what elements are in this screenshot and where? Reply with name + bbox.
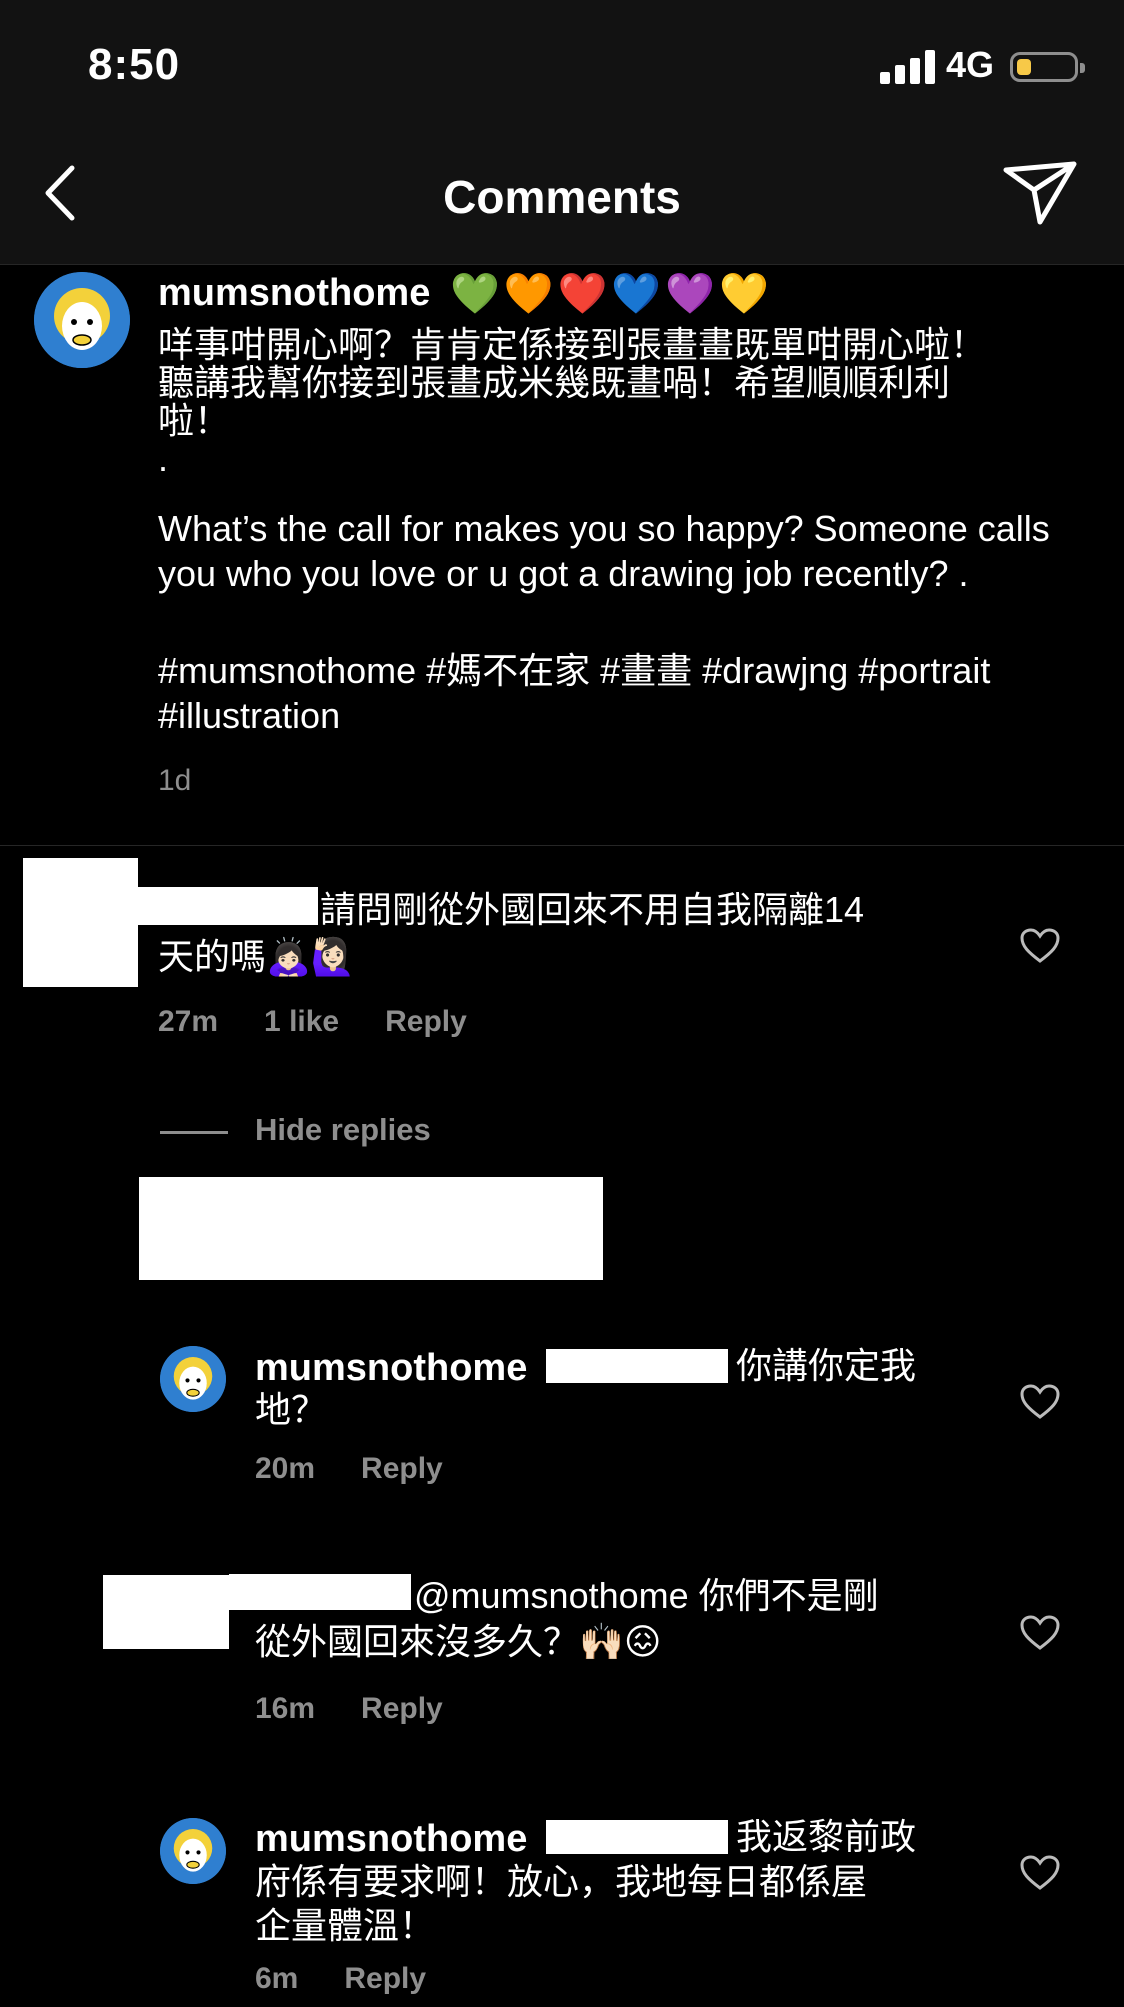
caption-username[interactable]: mumsnothome (158, 272, 430, 315)
reply-time: 6m (255, 1962, 299, 1995)
heart-icon[interactable] (1020, 1855, 1060, 1891)
reply-text-2: 府係有要求啊！放心，我地每日都係屋 (255, 1861, 868, 1902)
status-time: 8:50 (88, 40, 181, 89)
reply-button[interactable]: Reply (361, 1692, 443, 1725)
reply-time: 20m (255, 1452, 316, 1485)
caption-text-zh: 咩事咁開心啊？肯肯定係接到張畫畫既單咁開心啦！ 聽講我幫你接到張畫成米幾既畫喎！… (158, 324, 987, 479)
reply-button[interactable]: Reply (344, 1962, 426, 1995)
reply-text: 你講你定我 (736, 1345, 917, 1386)
hide-replies-button[interactable]: Hide replies (255, 1112, 431, 1148)
like-count[interactable]: 1 like (264, 1005, 339, 1038)
avatar[interactable] (34, 272, 130, 368)
battery-icon (1010, 52, 1085, 82)
comment-text: 請問剛從外國回來不用自我隔離14 (320, 889, 865, 930)
heart-icon[interactable] (1020, 928, 1060, 964)
caption-text-en: What’s the call for makes you so happy? … (158, 508, 1050, 594)
redacted-block (139, 1177, 603, 1280)
redacted-avatar (23, 858, 138, 987)
heart-icon[interactable] (1020, 1384, 1060, 1420)
reply-text: 我返黎前政 (736, 1816, 917, 1857)
send-icon[interactable] (1000, 160, 1080, 228)
comment-text-2: 天的嗎🙇🏻‍♀️🙋🏻‍♀️ (158, 936, 356, 977)
avatar[interactable] (160, 1346, 226, 1412)
reply-meta: 20m Reply (255, 1452, 489, 1486)
reply-button[interactable]: Reply (361, 1452, 443, 1485)
redacted-username (138, 887, 318, 925)
redacted-mention (546, 1820, 728, 1854)
reply-text: @mumsnothome 你們不是剛 (414, 1575, 879, 1616)
reply-username[interactable]: mumsnothome (255, 1347, 527, 1390)
page-title: Comments (443, 171, 681, 223)
redacted-avatar (103, 1575, 229, 1649)
network-type: 4G (946, 44, 995, 85)
comment-meta: 27m 1 like Reply (158, 1005, 513, 1039)
reply-meta: 16m Reply (255, 1692, 489, 1726)
redacted-username (229, 1574, 411, 1610)
reply-username[interactable]: mumsnothome (255, 1818, 527, 1861)
comment-time: 27m (158, 1005, 219, 1038)
caption-time: 1d (158, 764, 192, 797)
reply-text-2: 地？ (255, 1389, 328, 1430)
reply-text-3: 企量體溫！ (255, 1905, 436, 1946)
reply-time: 16m (255, 1692, 316, 1725)
avatar[interactable] (160, 1818, 226, 1884)
hide-replies-line (160, 1131, 228, 1134)
divider (0, 845, 1124, 846)
redacted-mention (546, 1349, 728, 1383)
caption-hashtags[interactable]: #mumsnothome #媽不在家 #畫畫 #drawjng #portrai… (158, 648, 1078, 738)
heart-icon[interactable] (1020, 1615, 1060, 1651)
caption-emojis: 💚🧡❤️💙💜💛 (450, 272, 773, 316)
reply-meta: 6m Reply (255, 1962, 472, 1996)
reply-button[interactable]: Reply (385, 1005, 467, 1038)
reply-text-2: 從外國回來沒多久？🙌🏻😖 (255, 1621, 662, 1662)
